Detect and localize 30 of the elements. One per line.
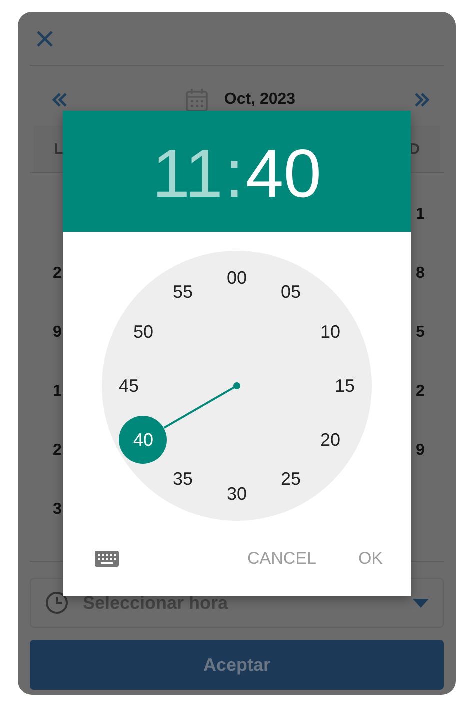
accept-button[interactable]: Aceptar: [30, 640, 444, 690]
dial-number[interactable]: 15: [321, 362, 369, 410]
keyboard-icon[interactable]: [95, 550, 119, 566]
close-icon[interactable]: [36, 30, 54, 48]
clock-icon: [45, 591, 69, 615]
dialog-action-button[interactable]: CANCEL: [247, 542, 316, 574]
double-chevron-left-icon[interactable]: [52, 93, 68, 107]
dial-number[interactable]: 40: [119, 416, 168, 464]
calendar-day[interactable]: 9: [53, 324, 62, 340]
clock-dial[interactable]: 00 05 10 15 20 25 30 35 40 45 50 55: [102, 251, 372, 521]
calendar-day[interactable]: 5: [416, 324, 425, 340]
calendar-day[interactable]: 1: [53, 382, 62, 400]
month-label: Oct, 2023: [224, 91, 296, 109]
calendar-day[interactable]: 3: [53, 500, 62, 518]
dial-number[interactable]: 30: [213, 470, 261, 518]
dialog-action-button[interactable]: OK: [358, 542, 383, 574]
hour-display[interactable]: 11: [152, 140, 224, 208]
calendar-day[interactable]: 1: [416, 206, 425, 222]
dropdown-triangle-icon: [413, 598, 429, 608]
minute-display[interactable]: 40: [246, 140, 322, 208]
calendar-icon: [186, 88, 208, 112]
calendar-day[interactable]: 2: [53, 442, 62, 458]
calendar-day[interactable]: 9: [416, 442, 425, 458]
calendar-day[interactable]: 2: [53, 264, 62, 282]
time-separator: :: [225, 140, 244, 208]
dial-number[interactable]: 45: [105, 362, 153, 410]
calendar-day[interactable]: 2: [416, 382, 425, 400]
dial-number[interactable]: 00: [213, 254, 261, 302]
double-chevron-right-icon[interactable]: [414, 93, 430, 107]
calendar-day[interactable]: 8: [416, 264, 425, 282]
